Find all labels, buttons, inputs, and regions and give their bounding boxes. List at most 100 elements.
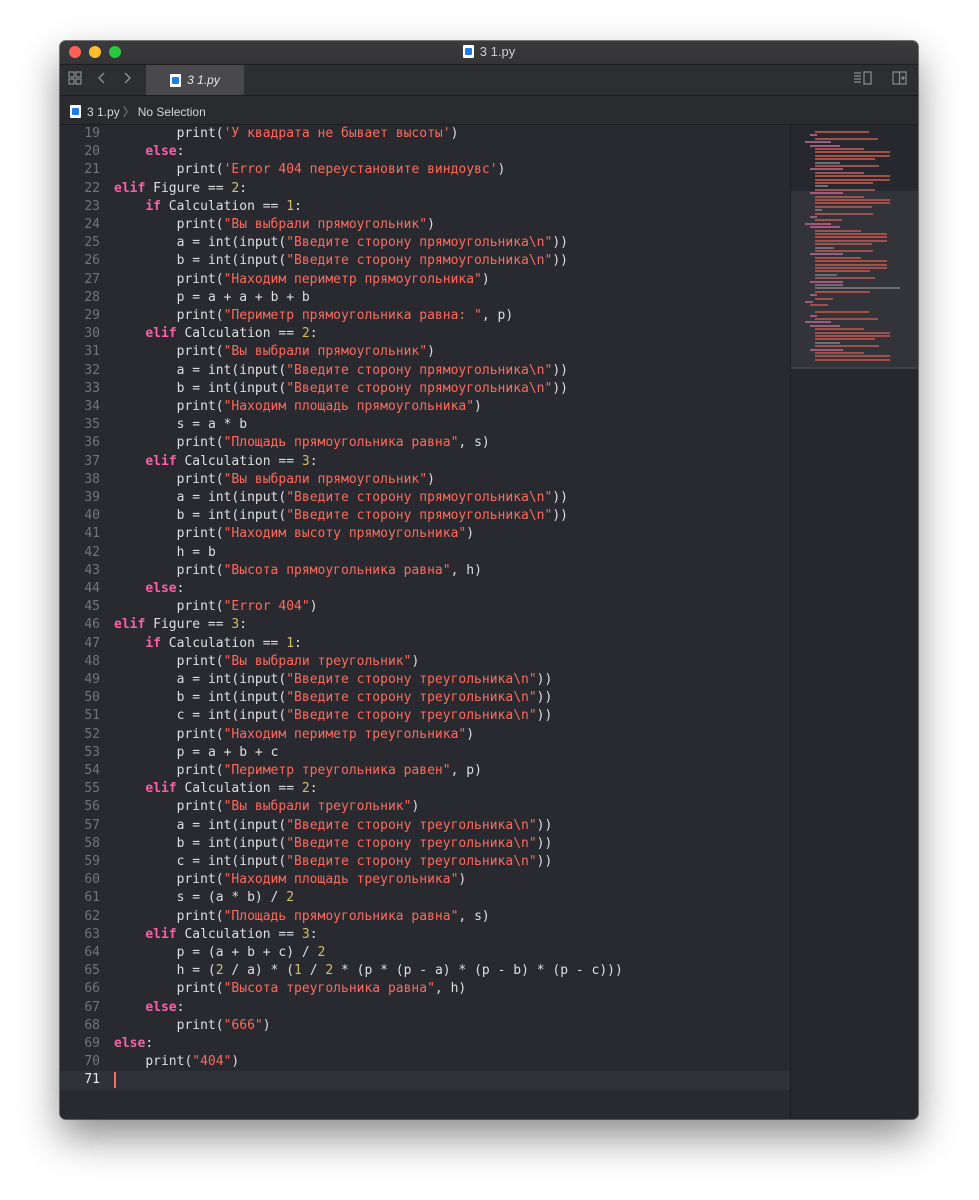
code-text[interactable]: print("Находим площадь прямоугольника") — [114, 398, 482, 416]
code-text[interactable]: print("Находим периметр треугольника") — [114, 726, 474, 744]
code-text[interactable]: p = a + a + b + b — [114, 289, 310, 307]
code-line[interactable]: 49 a = int(input("Введите сторону треуго… — [60, 671, 790, 689]
code-line[interactable]: 61 s = (a * b) / 2 — [60, 889, 790, 907]
code-line[interactable]: 33 b = int(input("Введите сторону прямоу… — [60, 380, 790, 398]
code-line[interactable]: 63 elif Calculation == 3: — [60, 926, 790, 944]
code-line[interactable]: 36 print("Площадь прямоугольника равна",… — [60, 434, 790, 452]
code-line[interactable]: 32 a = int(input("Введите сторону прямоу… — [60, 362, 790, 380]
code-line[interactable]: 41 print("Находим высоту прямоугольника"… — [60, 525, 790, 543]
code-text[interactable]: print("Вы выбрали прямоугольник") — [114, 471, 435, 489]
code-line[interactable]: 39 a = int(input("Введите сторону прямоу… — [60, 489, 790, 507]
code-text[interactable]: b = int(input("Введите сторону треугольн… — [114, 835, 553, 853]
code-text[interactable]: a = int(input("Введите сторону прямоугол… — [114, 362, 568, 380]
code-line[interactable]: 21 print('Error 404 переустановите виндо… — [60, 161, 790, 179]
code-line[interactable]: 27 print("Находим периметр прямоугольник… — [60, 271, 790, 289]
code-text[interactable]: s = a * b — [114, 416, 247, 434]
code-text[interactable]: b = int(input("Введите сторону прямоугол… — [114, 380, 568, 398]
code-line[interactable]: 35 s = a * b — [60, 416, 790, 434]
code-text[interactable]: else: — [114, 999, 184, 1017]
add-editor-icon[interactable] — [892, 71, 907, 90]
code-line[interactable]: 59 c = int(input("Введите сторону треуго… — [60, 853, 790, 871]
code-text[interactable]: elif Figure == 3: — [114, 616, 247, 634]
chevron-left-icon[interactable] — [97, 71, 107, 90]
code-line[interactable]: 70 print("404") — [60, 1053, 790, 1071]
code-line[interactable]: 47 if Calculation == 1: — [60, 635, 790, 653]
code-line[interactable]: 58 b = int(input("Введите сторону треуго… — [60, 835, 790, 853]
code-line[interactable]: 26 b = int(input("Введите сторону прямоу… — [60, 252, 790, 270]
code-text[interactable]: elif Calculation == 2: — [114, 325, 317, 343]
code-line[interactable]: 31 print("Вы выбрали прямоугольник") — [60, 343, 790, 361]
breadcrumb-selection[interactable]: No Selection — [138, 105, 206, 119]
code-text[interactable]: h = (2 / a) * (1 / 2 * (p * (p - a) * (p… — [114, 962, 623, 980]
code-text[interactable]: elif Calculation == 3: — [114, 926, 317, 944]
code-line[interactable]: 46 elif Figure == 3: — [60, 616, 790, 634]
code-text[interactable]: if Calculation == 1: — [114, 635, 302, 653]
code-line[interactable]: 19 print('У квадрата не бывает высоты') — [60, 125, 790, 143]
code-text[interactable]: else: — [114, 143, 184, 161]
code-line[interactable]: 25 a = int(input("Введите сторону прямоу… — [60, 234, 790, 252]
code-line[interactable]: 54 print("Периметр треугольника равен", … — [60, 762, 790, 780]
code-text[interactable]: a = int(input("Введите сторону прямоугол… — [114, 234, 568, 252]
code-line[interactable]: 29 print("Периметр прямоугольника равна:… — [60, 307, 790, 325]
code-text[interactable]: b = int(input("Введите сторону прямоугол… — [114, 507, 568, 525]
code-text[interactable]: print("Площадь прямоугольника равна", s) — [114, 434, 490, 452]
code-text[interactable]: elif Calculation == 2: — [114, 780, 317, 798]
code-text[interactable]: else: — [114, 1035, 153, 1053]
code-text[interactable]: print("Находим высоту прямоугольника") — [114, 525, 474, 543]
code-line[interactable]: 68 print("666") — [60, 1017, 790, 1035]
code-text[interactable]: print("404") — [114, 1053, 239, 1071]
code-line[interactable]: 51 c = int(input("Введите сторону треуго… — [60, 707, 790, 725]
code-text[interactable]: a = int(input("Введите сторону треугольн… — [114, 671, 553, 689]
code-text[interactable]: c = int(input("Введите сторону треугольн… — [114, 853, 553, 871]
code-line[interactable]: 45 print("Error 404") — [60, 598, 790, 616]
code-line[interactable]: 34 print("Находим площадь прямоугольника… — [60, 398, 790, 416]
code-text[interactable]: print("Вы выбрали прямоугольник") — [114, 216, 435, 234]
code-line[interactable]: 57 a = int(input("Введите сторону треуго… — [60, 817, 790, 835]
code-line[interactable]: 53 p = a + b + c — [60, 744, 790, 762]
code-text[interactable]: print('Error 404 переустановите виндоувс… — [114, 161, 506, 179]
code-text[interactable]: p = a + b + c — [114, 744, 279, 762]
source-editor[interactable]: 19 print('У квадрата не бывает высоты') 2… — [60, 125, 790, 1119]
code-line[interactable]: 65 h = (2 / a) * (1 / 2 * (p * (p - a) *… — [60, 962, 790, 980]
code-line[interactable]: 64 p = (a + b + c) / 2 — [60, 944, 790, 962]
code-line[interactable]: 22 elif Figure == 2: — [60, 180, 790, 198]
editor-options-icon[interactable] — [853, 71, 873, 90]
code-line[interactable]: 55 elif Calculation == 2: — [60, 780, 790, 798]
code-line[interactable]: 69 else: — [60, 1035, 790, 1053]
code-text[interactable]: print("Периметр треугольника равен", p) — [114, 762, 482, 780]
code-line[interactable]: 28 p = a + a + b + b — [60, 289, 790, 307]
tab-3-1-py[interactable]: 3 1.py — [146, 65, 244, 95]
code-text[interactable]: print('У квадрата не бывает высоты') — [114, 125, 459, 143]
code-text[interactable]: print("666") — [114, 1017, 271, 1035]
code-text[interactable]: elif Calculation == 3: — [114, 453, 317, 471]
code-text[interactable]: a = int(input("Введите сторону прямоугол… — [114, 489, 568, 507]
code-line[interactable]: 42 h = b — [60, 544, 790, 562]
code-text[interactable]: else: — [114, 580, 184, 598]
code-text[interactable]: h = b — [114, 544, 216, 562]
code-line[interactable]: 56 print("Вы выбрали треугольник") — [60, 798, 790, 816]
code-text[interactable]: elif Figure == 2: — [114, 180, 247, 198]
code-text[interactable]: p = (a + b + c) / 2 — [114, 944, 326, 962]
code-text[interactable]: print("Вы выбрали треугольник") — [114, 798, 420, 816]
code-text[interactable]: print("Высота прямоугольника равна", h) — [114, 562, 482, 580]
code-text[interactable]: b = int(input("Введите сторону прямоугол… — [114, 252, 568, 270]
related-items-grid-icon[interactable] — [68, 71, 82, 90]
minimap[interactable] — [790, 125, 918, 1119]
code-line[interactable]: 71 — [60, 1071, 790, 1090]
code-line[interactable]: 48 print("Вы выбрали треугольник") — [60, 653, 790, 671]
code-line[interactable]: 40 b = int(input("Введите сторону прямоу… — [60, 507, 790, 525]
code-line[interactable]: 20 else: — [60, 143, 790, 161]
code-text[interactable]: print("Находим площадь треугольника") — [114, 871, 467, 889]
code-line[interactable]: 43 print("Высота прямоугольника равна", … — [60, 562, 790, 580]
code-line[interactable]: 23 if Calculation == 1: — [60, 198, 790, 216]
code-text[interactable]: print("Площадь прямоугольника равна", s) — [114, 908, 490, 926]
code-line[interactable]: 37 elif Calculation == 3: — [60, 453, 790, 471]
code-text[interactable]: print("Периметр прямоугольника равна: ",… — [114, 307, 514, 325]
code-line[interactable]: 66 print("Высота треугольника равна", h) — [60, 980, 790, 998]
code-line[interactable]: 52 print("Находим периметр треугольника"… — [60, 726, 790, 744]
code-text[interactable]: s = (a * b) / 2 — [114, 889, 294, 907]
code-text[interactable]: b = int(input("Введите сторону треугольн… — [114, 689, 553, 707]
code-line[interactable]: 62 print("Площадь прямоугольника равна",… — [60, 908, 790, 926]
code-line[interactable]: 67 else: — [60, 999, 790, 1017]
code-line[interactable]: 50 b = int(input("Введите сторону треуго… — [60, 689, 790, 707]
